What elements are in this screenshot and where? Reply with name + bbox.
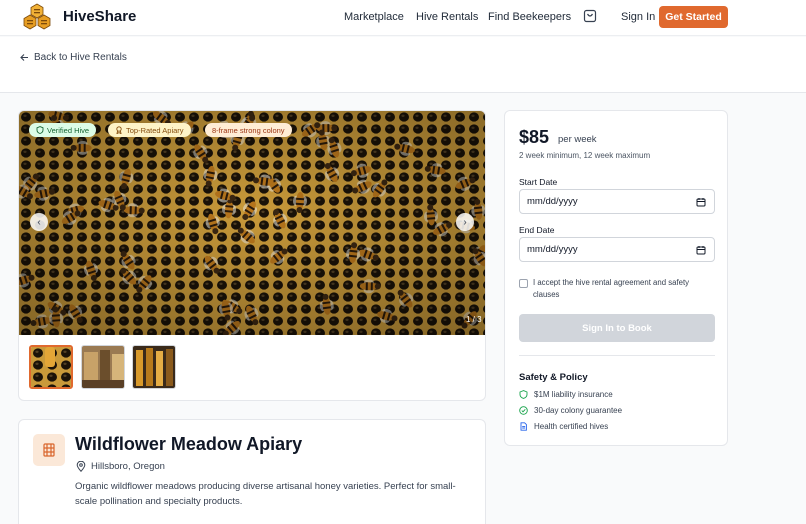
brand-name[interactable]: HiveShare [63,8,136,25]
start-date-input[interactable]: mm/dd/yyyy [519,189,715,214]
calendar-icon[interactable] [696,197,706,207]
nav-hive-rentals[interactable]: Hive Rentals [416,11,478,23]
map-pin-icon [76,461,86,472]
nav-find-beekeepers[interactable]: Find Beekeepers [488,11,571,23]
safety-item: 30-day colony guarantee [519,406,622,415]
end-date-value: mm/dd/yyyy [527,244,578,255]
award-icon [116,126,122,134]
document-icon [520,422,527,431]
shield-icon [36,126,44,134]
thumbnail-image [82,346,124,388]
prev-image-button[interactable]: ‹ [30,213,48,231]
nav-marketplace[interactable]: Marketplace [344,11,404,23]
image-gallery: Verified Hive Top-Rated Apiary 8-frame s… [18,110,486,401]
badge-top-rated: Top-Rated Apiary [108,123,191,137]
safety-item-label: Health certified hives [534,422,609,431]
thumbnail-2[interactable] [81,345,125,389]
listing-location: Hillsboro, Oregon [76,461,165,472]
thumbnail-3[interactable] [132,345,176,389]
thumbnail-image [133,346,175,388]
listing-title: Wildflower Meadow Apiary [75,434,303,454]
check-circle-icon [519,406,528,415]
thumbnail-1[interactable] [29,345,73,389]
next-image-button[interactable]: › [456,213,474,231]
honeycomb-photo [19,111,485,335]
listing-info-card: Wildflower Meadow Apiary Hillsboro, Oreg… [18,419,486,524]
breadcrumb-bar: Back to Hive Rentals [0,37,806,93]
start-date-label: Start Date [519,177,558,187]
location-label: Hillsboro, Oregon [91,461,165,472]
end-date-label: End Date [519,225,555,235]
divider [519,355,715,356]
arrow-left-icon [20,54,28,61]
chevron-left-icon: ‹ [37,216,41,228]
shield-icon [519,390,528,399]
safety-item: $1M liability insurance [519,390,613,399]
safety-item: Health certified hives [519,422,608,431]
agreement-checkbox[interactable] [519,279,528,288]
get-started-button[interactable]: Get Started [659,6,728,28]
sign-in-to-book-button[interactable]: Sign In to Book [519,314,715,342]
back-link-label: Back to Hive Rentals [34,52,127,63]
badge-label: Verified Hive [47,125,90,135]
rental-duration-note: 2 week minimum, 12 week maximum [519,151,651,160]
weekly-price: $85 [519,127,550,147]
apiary-icon [33,434,65,466]
image-counter: 1 / 3 [466,315,482,324]
badge-colony-strength: 8-frame strong colony [205,123,292,137]
calendar-icon[interactable] [696,245,706,255]
badge-label: 8-frame strong colony [212,125,285,135]
sign-in-link[interactable]: Sign In [621,11,655,23]
agreement-label[interactable]: I accept the hive rental agreement and s… [533,277,713,300]
badge-label: Top-Rated Apiary [126,125,184,135]
safety-item-label: $1M liability insurance [534,390,613,399]
back-link[interactable]: Back to Hive Rentals [20,52,127,63]
thumbnail-image [31,347,71,387]
hiveshare-logo-icon[interactable] [22,2,52,32]
chevron-right-icon: › [463,216,467,228]
shopping-bag-icon[interactable] [583,9,597,23]
end-date-input[interactable]: mm/dd/yyyy [519,237,715,262]
booking-panel: $85 per week 2 week minimum, 12 week max… [504,110,728,446]
badge-verified-hive: Verified Hive [29,123,97,137]
safety-item-label: 30-day colony guarantee [534,406,623,415]
listing-description: Organic wildflower meadows producing div… [75,481,456,508]
hero-image[interactable]: Verified Hive Top-Rated Apiary 8-frame s… [19,111,485,335]
safety-policy-title: Safety & Policy [519,372,588,383]
start-date-value: mm/dd/yyyy [527,196,578,207]
price-unit: per week [558,134,597,145]
top-navbar: HiveShare Marketplace Hive Rentals Find … [0,0,806,36]
